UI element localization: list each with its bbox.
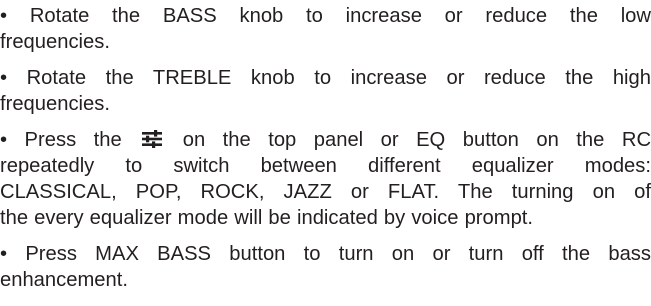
text-segment: • Press the (0, 129, 122, 151)
text-line: CLASSICAL, POP, ROCK, JAZZ or FLAT. The … (0, 181, 651, 203)
bass-knob-paragraph: • Rotate the BASS knob to increase or re… (0, 0, 651, 55)
text-line: • Rotate the BASS knob to increase or re… (0, 5, 651, 27)
text-line: the every equalizer mode will be indicat… (0, 207, 534, 229)
text-line: enhancement. (0, 269, 128, 291)
text-line: frequencies. (0, 31, 110, 53)
text-segment: on the top panel or EQ button on the RC (182, 129, 651, 151)
text-line: • Rotate the TREBLE knob to increase or … (0, 67, 651, 89)
text-line: frequencies. (0, 93, 110, 115)
text-line: • Press MAX BASS button to turn on or tu… (0, 243, 651, 265)
equalizer-paragraph: • Press the on the top panel or EQ butto… (0, 127, 651, 231)
treble-knob-paragraph: • Rotate the TREBLE knob to increase or … (0, 65, 651, 117)
text-line: repeatedly to switch between different e… (0, 155, 651, 177)
instructions-document: • Rotate the BASS knob to increase or re… (0, 0, 651, 293)
equalizer-sliders-icon (142, 130, 163, 148)
max-bass-paragraph: • Press MAX BASS button to turn on or tu… (0, 241, 651, 293)
text-line: • Press the on the top panel or EQ butto… (0, 127, 651, 153)
